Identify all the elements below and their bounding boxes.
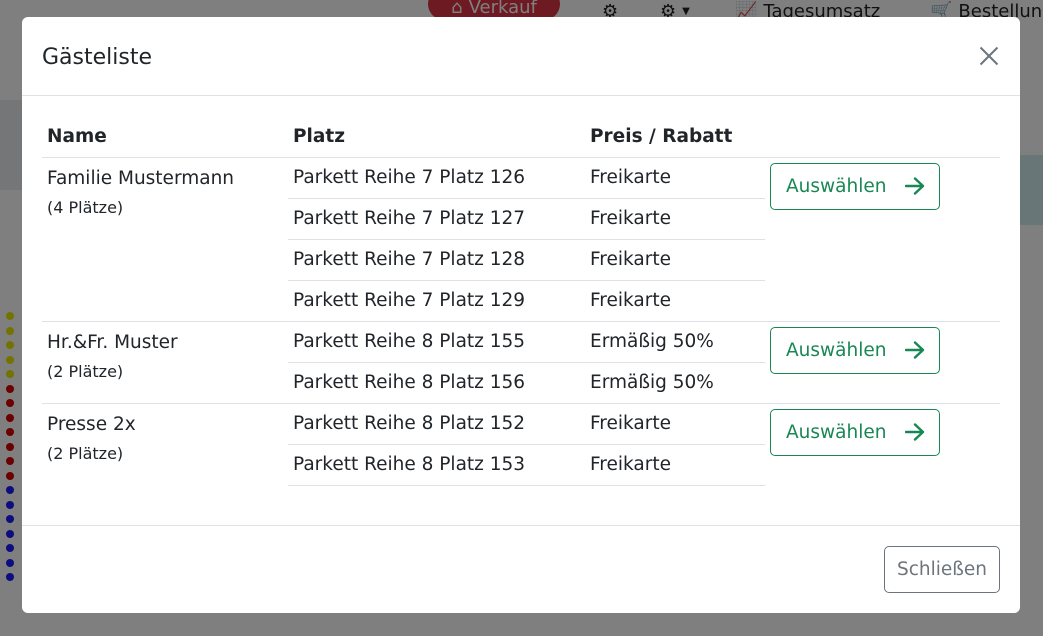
guest-name-cell: Hr.&Fr. Muster (2 Plätze)	[42, 320, 288, 403]
price-cell: Freikarte	[585, 197, 765, 239]
seat-cell: Parkett Reihe 8 Platz 156	[288, 361, 585, 404]
action-cell: Auswählen	[765, 320, 1000, 403]
arrow-right-icon	[905, 177, 925, 195]
price-cell: Ermäßig 50%	[585, 361, 765, 404]
column-header-seat: Platz	[293, 126, 345, 148]
guest-seat-count: (2 Plätze)	[47, 361, 124, 381]
seat-cell: Parkett Reihe 7 Platz 126	[288, 156, 585, 198]
arrow-right-icon	[905, 341, 925, 359]
seat-cell: Parkett Reihe 7 Platz 129	[288, 279, 585, 322]
modal-title: Gästeliste	[42, 45, 152, 70]
seat-cell: Parkett Reihe 8 Platz 155	[288, 320, 585, 362]
select-button-label: Auswählen	[786, 339, 887, 361]
action-cell: Auswählen	[765, 156, 1000, 321]
price-cell: Ermäßig 50%	[585, 320, 765, 362]
column-header-price: Preis / Rabatt	[590, 126, 733, 148]
select-button[interactable]: Auswählen	[770, 162, 940, 210]
seat-cell: Parkett Reihe 7 Platz 127	[288, 197, 585, 239]
arrow-right-icon	[905, 423, 925, 441]
modal-body: Name Platz Preis / Rabatt Familie Muster…	[42, 117, 1000, 486]
guest-seat-count: (2 Plätze)	[47, 443, 124, 463]
modal-footer: Schließen	[22, 525, 1020, 613]
guest-name: Familie Mustermann	[47, 167, 235, 189]
seat-cell: Parkett Reihe 8 Platz 152	[288, 402, 585, 444]
seat-cell: Parkett Reihe 8 Platz 153	[288, 443, 585, 486]
close-icon[interactable]	[974, 41, 1004, 71]
guest-name: Hr.&Fr. Muster	[47, 331, 178, 353]
modal-header: Gästeliste	[22, 17, 1020, 96]
price-cell: Freikarte	[585, 238, 765, 280]
table-row: Familie Mustermann (4 Plätze) Parkett Reih…	[42, 156, 1000, 321]
guest-name: Presse 2x	[47, 413, 136, 435]
close-button[interactable]: Schließen	[884, 546, 1000, 593]
select-button[interactable]: Auswählen	[770, 408, 940, 456]
select-button[interactable]: Auswählen	[770, 326, 940, 374]
price-cell: Freikarte	[585, 156, 765, 198]
guest-name-cell: Presse 2x (2 Plätze)	[42, 402, 288, 485]
price-cell: Freikarte	[585, 402, 765, 444]
table-header-row: Name Platz Preis / Rabatt	[42, 117, 1000, 157]
action-cell: Auswählen	[765, 402, 1000, 485]
price-cell: Freikarte	[585, 443, 765, 486]
guest-list-modal: Gästeliste Name Platz Preis / Rabatt Fam…	[22, 17, 1020, 613]
guest-name-cell: Familie Mustermann (4 Plätze)	[42, 156, 288, 321]
guest-list-table: Name Platz Preis / Rabatt Familie Muster…	[42, 117, 1000, 486]
table-row: Hr.&Fr. Muster (2 Plätze) Parkett Reihe 8 …	[42, 320, 1000, 403]
select-button-label: Auswählen	[786, 421, 887, 443]
seat-cell: Parkett Reihe 7 Platz 128	[288, 238, 585, 280]
select-button-label: Auswählen	[786, 175, 887, 197]
price-cell: Freikarte	[585, 279, 765, 322]
column-header-action	[765, 117, 1000, 157]
column-header-name: Name	[47, 126, 107, 148]
table-row: Presse 2x (2 Plätze) Parkett Reihe 8 Platz…	[42, 402, 1000, 485]
guest-seat-count: (4 Plätze)	[47, 197, 124, 217]
